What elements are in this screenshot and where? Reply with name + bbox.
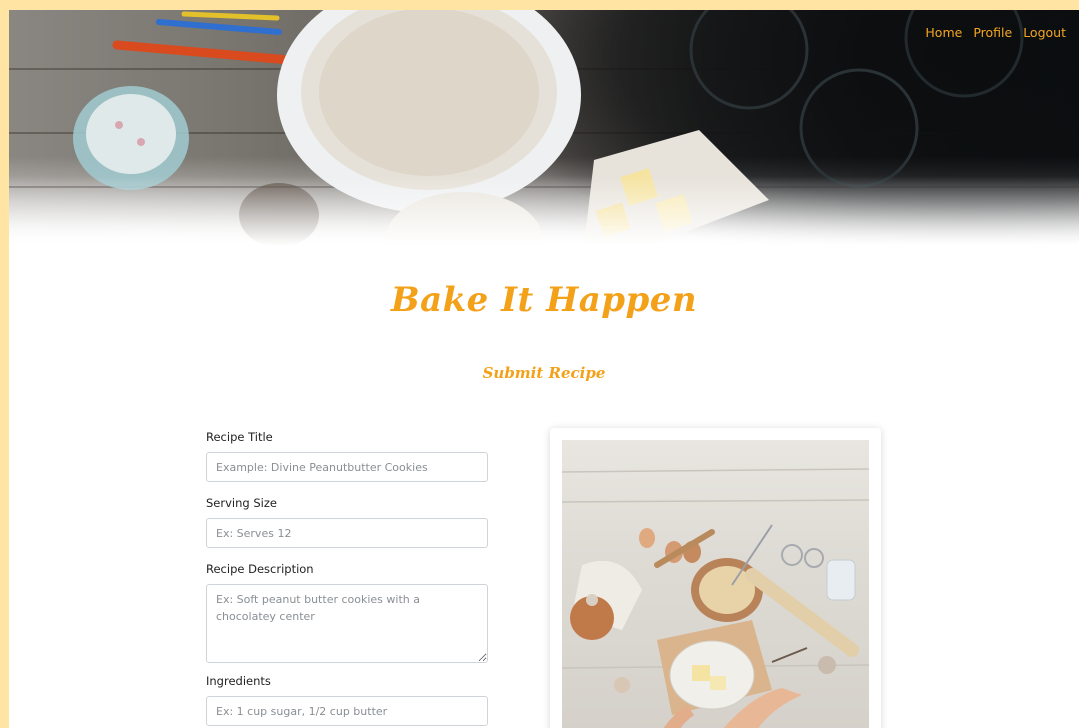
- nav-logout-link[interactable]: Logout: [1023, 25, 1066, 40]
- hero-decoration: [9, 176, 1079, 246]
- recipe-title-label: Recipe Title: [206, 430, 273, 444]
- page: Home Profile Logout Bake It Happen Submi…: [9, 10, 1079, 728]
- top-nav: Home Profile Logout: [925, 25, 1066, 40]
- recipe-description-label: Recipe Description: [206, 562, 314, 576]
- site-brand-title: Bake It Happen: [390, 280, 698, 320]
- recipe-photo-card: [550, 428, 881, 728]
- baking-photo-illustration: [562, 468, 869, 728]
- recipe-title-input[interactable]: [206, 452, 488, 482]
- recipe-description-textarea[interactable]: [206, 584, 488, 663]
- serving-size-input[interactable]: [206, 518, 488, 548]
- page-title: Submit Recipe: [482, 364, 606, 382]
- hero-banner-image: Home Profile Logout: [9, 10, 1079, 246]
- baking-photo: [562, 440, 869, 728]
- serving-size-label: Serving Size: [206, 496, 277, 510]
- recipe-form: Recipe Title Serving Size Recipe Descrip…: [206, 430, 488, 726]
- nav-home-link[interactable]: Home: [925, 25, 962, 40]
- nav-profile-link[interactable]: Profile: [973, 25, 1012, 40]
- ingredients-input[interactable]: [206, 696, 488, 726]
- ingredients-label: Ingredients: [206, 674, 271, 688]
